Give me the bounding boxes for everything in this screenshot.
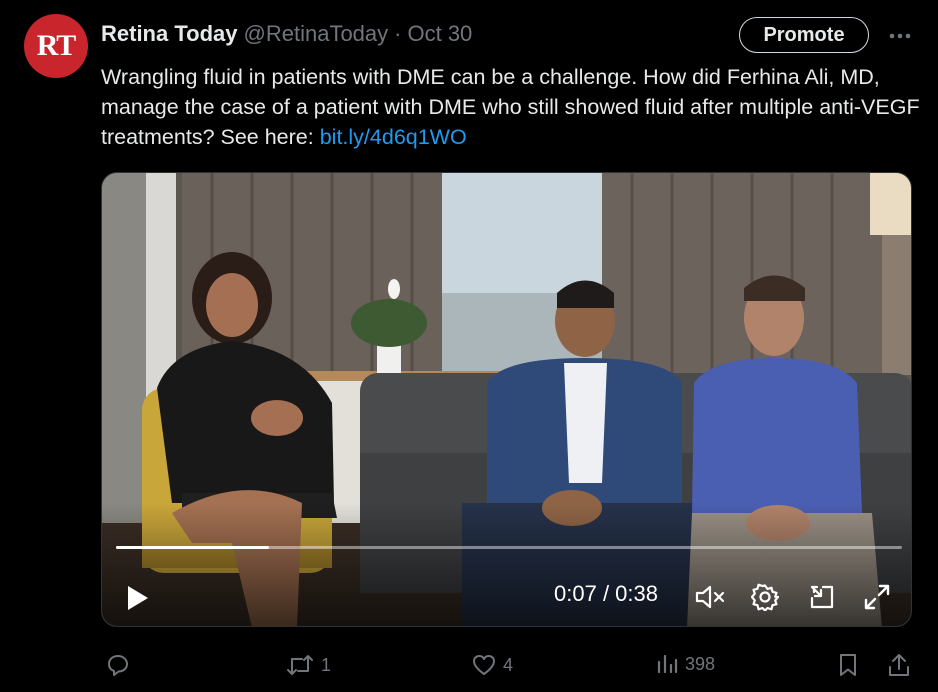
views-button[interactable]: 398 (655, 652, 715, 676)
retweet-button[interactable]: 1 (285, 652, 331, 678)
retweet-icon (287, 655, 313, 675)
time-separator: / (596, 581, 616, 606)
views-icon (657, 654, 678, 674)
tweet-link[interactable]: bit.ly/4d6q1WO (320, 125, 467, 149)
settings-button[interactable] (747, 579, 783, 615)
tweet-header: Retina Today @RetinaToday · Oct 30 (101, 20, 472, 48)
heart-icon (473, 655, 495, 675)
bookmark-icon (840, 654, 856, 676)
tweet-text: Wrangling fluid in patients with DME can… (101, 62, 921, 152)
display-name[interactable]: Retina Today (101, 21, 238, 47)
video-player[interactable]: 0:07 / 0:38 (101, 172, 912, 627)
retweet-count: 1 (321, 654, 332, 675)
progress-fill (116, 546, 270, 549)
fullscreen-icon (864, 584, 890, 610)
tweet-body: Wrangling fluid in patients with DME can… (101, 65, 920, 149)
minimize-icon (810, 585, 834, 609)
reply-icon (108, 655, 128, 676)
like-button[interactable]: 4 (471, 652, 513, 678)
separator-dot: · (394, 21, 402, 46)
bookmark-button[interactable] (837, 652, 859, 678)
play-icon (128, 586, 148, 610)
handle[interactable]: @RetinaToday (244, 21, 389, 47)
reply-button[interactable] (105, 652, 137, 678)
promote-button[interactable]: Promote (739, 17, 869, 53)
more-horizontal-icon (889, 33, 911, 39)
time-display: 0:07 / 0:38 (554, 581, 658, 607)
action-bar: 1 4 398 (101, 646, 913, 682)
mute-button[interactable] (692, 579, 728, 615)
share-icon (889, 654, 909, 676)
video-frame (102, 173, 911, 626)
view-count: 398 (685, 653, 716, 674)
mute-icon (695, 585, 725, 609)
fullscreen-button[interactable] (859, 579, 895, 615)
more-options-button[interactable] (884, 22, 916, 50)
share-button[interactable] (887, 652, 911, 678)
avatar[interactable]: RT (24, 14, 88, 78)
avatar-text: RT (36, 29, 77, 62)
minimize-button[interactable] (804, 579, 840, 615)
duration: 0:38 (615, 581, 658, 606)
current-time: 0:07 (554, 581, 597, 606)
timestamp[interactable]: Oct 30 (407, 21, 472, 47)
promote-label: Promote (763, 23, 845, 46)
like-count: 4 (503, 654, 514, 675)
settings-icon (751, 583, 779, 611)
play-button[interactable] (120, 581, 154, 615)
progress-bar[interactable] (116, 546, 902, 549)
